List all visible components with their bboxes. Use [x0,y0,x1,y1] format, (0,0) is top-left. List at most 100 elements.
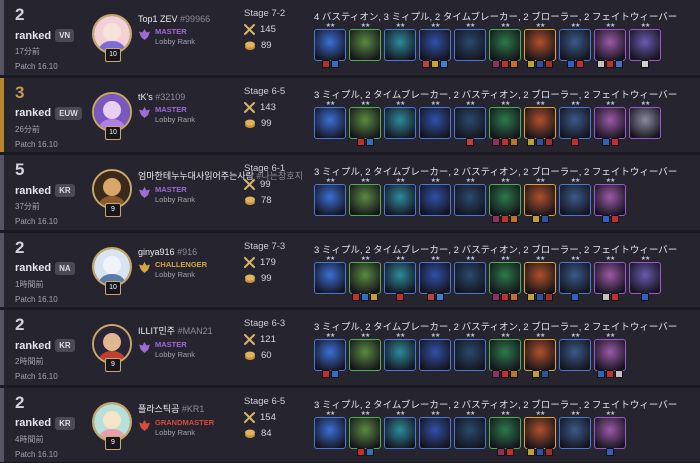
item-icon[interactable] [610,137,619,146]
champion-unit[interactable]: ★★ [349,23,381,61]
champion-unit[interactable]: ★★ [524,178,556,223]
champion-unit[interactable]: ★★ [314,256,346,294]
item-icon[interactable] [641,60,649,68]
champion-unit[interactable]: ★★ [419,23,451,68]
item-icon[interactable] [601,215,610,223]
champion-unit[interactable]: ★★ [489,411,521,456]
item-icon[interactable] [510,370,518,378]
active-traits[interactable]: 3 ミィプル, 2 タイムブレーカー, 2 バスティオン, 2 ブローラー, 2… [314,242,700,256]
item-icon[interactable] [466,137,474,146]
item-icon[interactable] [527,292,535,301]
player-avatar[interactable]: 9 [92,324,132,372]
champion-unit[interactable]: ★★ [454,411,486,449]
item-icon[interactable] [540,370,549,378]
champion-unit[interactable]: ★★ [419,178,451,216]
item-icon[interactable] [545,60,553,68]
item-icon[interactable] [615,60,623,68]
item-icon[interactable] [435,292,444,301]
player-name[interactable]: Top1 ZEV #99966 [138,14,236,24]
item-icon[interactable] [545,447,553,456]
item-icon[interactable] [610,292,619,301]
champion-unit[interactable]: ★★ [314,411,346,449]
champion-unit[interactable]: ★★ [454,333,486,371]
item-icon[interactable] [531,370,540,378]
item-icon[interactable] [505,447,514,456]
item-icon[interactable] [527,137,535,146]
item-icon[interactable] [615,370,623,378]
champion-unit[interactable]: ★★ [594,178,626,223]
item-icon[interactable] [440,60,448,68]
item-icon[interactable] [396,292,404,301]
item-icon[interactable] [492,292,500,301]
champion-unit[interactable]: ★★ [629,23,661,68]
item-icon[interactable] [501,137,509,146]
item-icon[interactable] [426,292,435,301]
champion-unit[interactable]: ★★ [384,178,416,216]
champion-unit[interactable]: ★★ [489,101,521,146]
item-icon[interactable] [352,292,360,301]
champion-unit[interactable]: ★★ [384,23,416,61]
match-row[interactable]: 2 ranked VN 17分前 Patch 16.10 10 Top1 ZEV… [0,0,700,75]
item-icon[interactable] [606,370,614,378]
champion-unit[interactable]: ★★ [419,411,451,449]
champion-unit[interactable]: ★★ [454,178,486,216]
champion-unit[interactable]: ★★ [454,101,486,146]
champion-unit[interactable]: ★★ [314,101,346,139]
item-icon[interactable] [370,292,378,301]
item-icon[interactable] [492,370,500,378]
item-icon[interactable] [601,292,610,301]
item-icon[interactable] [510,60,518,68]
item-icon[interactable] [356,137,365,146]
item-icon[interactable] [536,447,544,456]
active-traits[interactable]: 4 バスティオン, 3 ミィプル, 2 タイムブレーカー, 2 ブローラー, 2… [314,9,700,23]
item-icon[interactable] [330,60,339,68]
item-icon[interactable] [527,60,535,68]
champion-unit[interactable]: ★★ [559,23,591,68]
match-row[interactable]: 2 ranked NA 1時間前 Patch 16.10 10 ginya916… [0,232,700,307]
item-icon[interactable] [492,60,500,68]
champion-unit[interactable]: ★★ [524,256,556,301]
item-icon[interactable] [510,292,518,301]
player-name[interactable]: ginya916 #916 [138,247,236,257]
active-traits[interactable]: 3 ミィプル, 2 タイムブレーカー, 2 バスティオン, 2 ブローラー, 2… [314,164,700,178]
item-icon[interactable] [610,215,619,223]
champion-unit[interactable]: ★★ [419,101,451,139]
item-icon[interactable] [545,137,553,146]
item-icon[interactable] [321,370,330,378]
champion-unit[interactable]: ★★ [454,23,486,61]
player-name[interactable]: tK's #32109 [138,92,236,102]
champion-unit[interactable]: ★★ [384,101,416,139]
item-icon[interactable] [527,447,535,456]
champion-unit[interactable]: ★★ [559,256,591,301]
player-avatar[interactable]: 9 [92,169,132,217]
player-avatar[interactable]: 10 [92,91,132,140]
player-avatar[interactable]: 9 [92,401,132,450]
item-icon[interactable] [422,60,430,68]
item-icon[interactable] [501,215,509,223]
item-icon[interactable] [356,447,365,456]
item-icon[interactable] [501,370,509,378]
item-icon[interactable] [606,447,614,456]
item-icon[interactable] [536,292,544,301]
player-avatar[interactable]: 10 [92,14,132,62]
item-icon[interactable] [545,292,553,301]
player-name[interactable]: ILLIT민주 #MAN21 [138,324,236,337]
item-icon[interactable] [540,215,549,223]
player-name[interactable]: 플라스틱곰 #KR1 [138,402,236,415]
item-icon[interactable] [597,370,605,378]
item-icon[interactable] [321,60,330,68]
champion-unit[interactable]: ★★ [314,178,346,216]
champion-unit[interactable]: ★★ [349,411,381,456]
champion-unit[interactable]: ★★ [594,256,626,301]
item-icon[interactable] [510,137,518,146]
item-icon[interactable] [601,137,610,146]
item-icon[interactable] [566,60,575,68]
champion-unit[interactable]: ★★ [349,256,381,301]
match-row[interactable]: 2 ranked KR 2時間前 Patch 16.10 9 ILLIT민주 #… [0,310,700,385]
champion-unit[interactable]: ★★ [594,101,626,146]
item-icon[interactable] [571,292,579,301]
item-icon[interactable] [571,137,579,146]
item-icon[interactable] [361,292,369,301]
item-icon[interactable] [510,215,518,223]
item-icon[interactable] [501,60,509,68]
